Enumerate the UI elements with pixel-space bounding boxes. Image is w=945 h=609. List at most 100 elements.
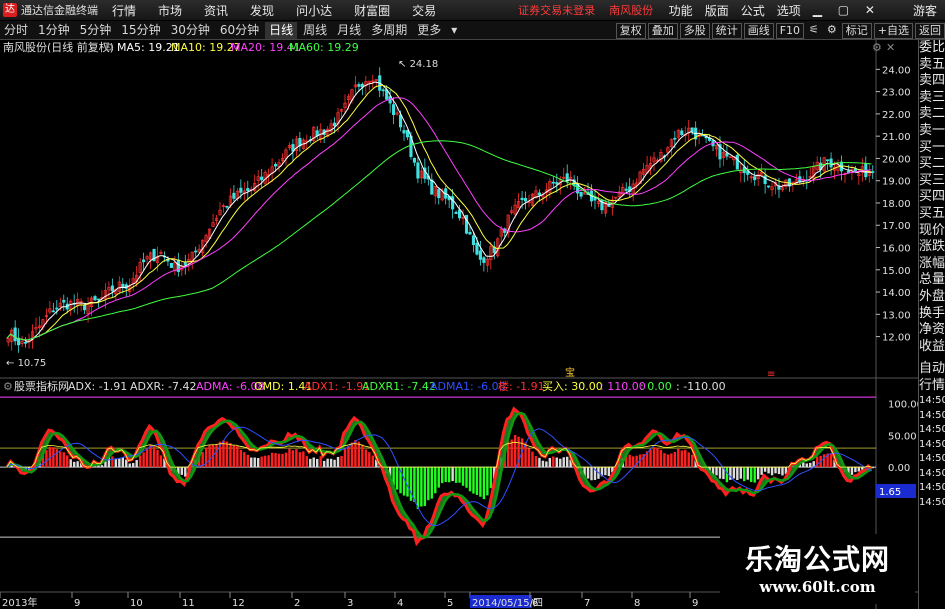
- sidebar-quote-label: 卖三: [919, 89, 945, 105]
- candle-body: [121, 283, 125, 288]
- menu-function[interactable]: 功能: [669, 2, 693, 19]
- indicator-bar: [663, 453, 666, 468]
- tab-60min[interactable]: 60分钟: [216, 22, 263, 39]
- mark-button[interactable]: 标记: [841, 22, 872, 39]
- indicator-bar: [55, 449, 59, 468]
- settings-icon[interactable]: ⚙: [872, 41, 882, 54]
- candle-body: [392, 104, 396, 116]
- menu-discover[interactable]: 发现: [250, 2, 274, 19]
- sidebar-auto-quote-label[interactable]: 行情: [919, 378, 945, 395]
- chevron-down-icon[interactable]: ▾: [447, 22, 461, 39]
- statistics-button[interactable]: 统计: [711, 22, 742, 39]
- menu-layout[interactable]: 版面: [705, 2, 729, 19]
- date-tick-label: 10: [130, 598, 143, 609]
- price-tick-label: 14.00: [882, 288, 911, 299]
- price-tick-label: 20.00: [882, 154, 911, 165]
- candle-body: [725, 152, 729, 157]
- indicator-bar: [350, 442, 354, 468]
- indicator-bar: [802, 462, 805, 468]
- indicator-bar: [628, 454, 631, 468]
- add-watchlist-button[interactable]: +自选: [873, 22, 913, 39]
- menu-wealth-circle[interactable]: 财富圈: [354, 2, 390, 19]
- tab-monthly[interactable]: 月线: [333, 22, 365, 39]
- indicator-bar: [541, 460, 545, 468]
- indicator-gear-icon[interactable]: ⚙: [3, 380, 13, 393]
- tab-weekly[interactable]: 周线: [299, 22, 331, 39]
- indicator-legend-item: : 110.00: [600, 380, 646, 393]
- candle-body: [51, 310, 55, 313]
- login-warning[interactable]: 证券交易未登录: [518, 2, 595, 18]
- indicator-bar: [59, 451, 62, 468]
- indicator-bar: [767, 467, 770, 474]
- indicator-bar: [670, 453, 673, 468]
- high-price-label: ↖ 24.18: [398, 59, 438, 70]
- candle-body: [93, 296, 97, 301]
- event-marker[interactable]: 宝: [565, 366, 575, 379]
- gear-icon[interactable]: ⚙: [824, 23, 840, 39]
- indicator-bar: [486, 467, 489, 496]
- tab-daily[interactable]: 日线: [265, 21, 298, 39]
- f10-button[interactable]: F10: [775, 22, 805, 39]
- indicator-bar: [534, 456, 538, 468]
- menu-formula[interactable]: 公式: [741, 2, 765, 19]
- indicator-bar: [246, 454, 249, 468]
- menu-quotes[interactable]: 行情: [112, 2, 136, 19]
- tab-30min[interactable]: 30分钟: [167, 22, 214, 39]
- gear-icon[interactable]: ⚙: [104, 41, 114, 54]
- indicator-bar: [329, 458, 333, 468]
- price-tick-label: 18.00: [882, 199, 911, 210]
- guest-label[interactable]: 游客: [913, 2, 937, 19]
- indicator-bar: [822, 454, 826, 468]
- indicator-bar: [781, 467, 784, 476]
- indicator-bar: [145, 447, 149, 468]
- indicator-bar: [437, 467, 440, 488]
- indicator-legend-item: ADXR: -7.42: [130, 380, 197, 393]
- candle-body: [416, 162, 420, 179]
- indicator-bar: [416, 467, 420, 509]
- indicator-bar: [538, 457, 541, 468]
- tab-more[interactable]: 更多: [413, 22, 445, 39]
- indicator-bar: [854, 467, 857, 473]
- indicator-bar: [138, 455, 142, 468]
- tab-intraday[interactable]: 分时: [0, 22, 32, 39]
- date-tick-label: 11: [182, 598, 195, 609]
- multi-stock-button[interactable]: 多股: [679, 22, 710, 39]
- sidebar-auto-quote-label[interactable]: 自动: [919, 361, 945, 378]
- menu-assistant[interactable]: 问小达: [296, 2, 332, 19]
- indicator-bar: [368, 452, 371, 468]
- back-button[interactable]: 返回: [915, 22, 945, 39]
- indicator-bar: [441, 467, 444, 484]
- indicator-bar: [770, 467, 774, 476]
- tab-5min[interactable]: 5分钟: [76, 22, 116, 39]
- indicator-bar: [135, 460, 138, 468]
- sidebar-quote-label: 委比: [919, 40, 945, 55]
- close-icon[interactable]: ✕: [886, 41, 895, 54]
- k-line-chart[interactable]: 南风股份(日线 前复权) ⚙ MA5: 19.21 MA10: 19.27 MA…: [0, 40, 918, 609]
- sidebar-quote-label: 涨幅: [919, 255, 945, 271]
- candle-body: [520, 197, 524, 201]
- indicator-bar: [677, 448, 680, 468]
- menu-news[interactable]: 资讯: [204, 2, 228, 19]
- candle-body: [680, 130, 684, 136]
- ma5-line: [6, 81, 872, 343]
- indicator-bar: [229, 443, 232, 468]
- menu-options[interactable]: 选项: [777, 2, 801, 19]
- overlay-button[interactable]: 叠加: [647, 22, 678, 39]
- chart-area[interactable]: 南风股份(日线 前复权) ⚙ MA5: 19.21 MA10: 19.27 MA…: [0, 40, 918, 609]
- candle-body: [183, 262, 187, 266]
- tab-15min[interactable]: 15分钟: [117, 22, 164, 39]
- share-icon[interactable]: ⚟: [806, 23, 822, 39]
- menu-market[interactable]: 市场: [158, 2, 182, 19]
- draw-line-button[interactable]: 画线: [743, 22, 774, 39]
- adjust-button[interactable]: 复权: [615, 22, 646, 39]
- event-marker-dot[interactable]: ≡: [767, 369, 775, 380]
- menu-trade[interactable]: 交易: [412, 2, 436, 19]
- candle-body: [579, 191, 583, 197]
- indicator-bar: [468, 467, 472, 492]
- tab-1min[interactable]: 1分钟: [34, 22, 74, 39]
- tab-multi-period[interactable]: 多周期: [367, 22, 411, 39]
- date-tick-label: 7: [584, 598, 590, 609]
- window-controls[interactable]: ▁ ▢ ✕: [813, 3, 881, 17]
- date-tick-label: 5: [447, 598, 453, 609]
- indicator-bar: [430, 467, 434, 499]
